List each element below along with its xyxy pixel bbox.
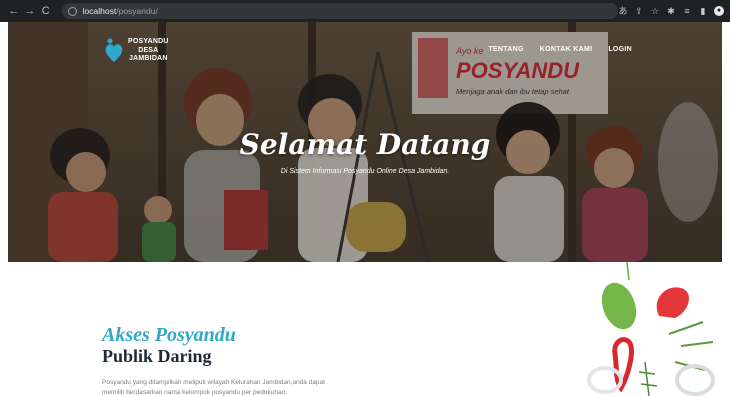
- logo-line2: DESA: [138, 46, 159, 54]
- vegetables-illustration: [587, 262, 715, 396]
- chili-ring-icon: [612, 337, 634, 393]
- nav-tentang-link[interactable]: TENTANG: [488, 46, 523, 53]
- site-navbar: POSYANDU DESA JAMBIDAN TENTANG KONTAK KA…: [8, 22, 722, 78]
- browser-toolbar: ← → C localhost /posyandu/ あ ⇪ ☆ ✱ ≡ ▮ ●: [0, 0, 730, 22]
- heart-hands-icon: [104, 38, 124, 64]
- share-icon[interactable]: ⇪: [634, 6, 644, 16]
- nav-kontak-kami-link[interactable]: KONTAK KAMI: [540, 46, 593, 53]
- section-body-text: Posyandu yang ditampilkan meliputi wilay…: [102, 379, 325, 396]
- extensions-icon[interactable]: ✱: [666, 6, 676, 16]
- logo-line3: JAMBIDAN: [129, 55, 168, 63]
- tomato-slice-icon: [656, 287, 689, 318]
- basil-leaf-icon: [601, 282, 637, 330]
- back-arrow-icon[interactable]: ←: [6, 0, 22, 22]
- url-path: /posyandu/: [116, 6, 158, 16]
- hero-subtitle: Di Sistem Informasi Posyandu Online Desa…: [280, 168, 450, 175]
- side-panel-icon[interactable]: ▮: [698, 6, 708, 16]
- star-icon[interactable]: ☆: [650, 6, 660, 16]
- profile-avatar-icon[interactable]: ●: [714, 6, 724, 16]
- hero-banner: Ayo ke POSYANDU Menjaga anak dan ibu tet…: [8, 22, 722, 262]
- forward-arrow-icon[interactable]: →: [22, 0, 38, 22]
- url-host: localhost: [82, 6, 117, 16]
- section-heading-main: Publik Daring: [102, 346, 212, 366]
- address-bar[interactable]: localhost /posyandu/: [61, 3, 618, 19]
- info-icon[interactable]: [67, 6, 77, 16]
- onion-ring-icon: [675, 364, 715, 396]
- site-logo[interactable]: POSYANDU DESA JAMBIDAN: [104, 38, 169, 64]
- nav-login-link[interactable]: LOGIN: [608, 46, 632, 53]
- translate-icon[interactable]: あ: [618, 6, 628, 16]
- reload-icon[interactable]: C: [38, 0, 54, 22]
- section-heading-accent: Akses Posyandu: [102, 324, 236, 346]
- hero-title: Selamat Datang: [239, 128, 491, 161]
- logo-line1: POSYANDU: [128, 38, 169, 46]
- main-menu: TENTANG KONTAK KAMI LOGIN: [488, 46, 632, 53]
- reading-list-icon[interactable]: ≡: [682, 6, 692, 16]
